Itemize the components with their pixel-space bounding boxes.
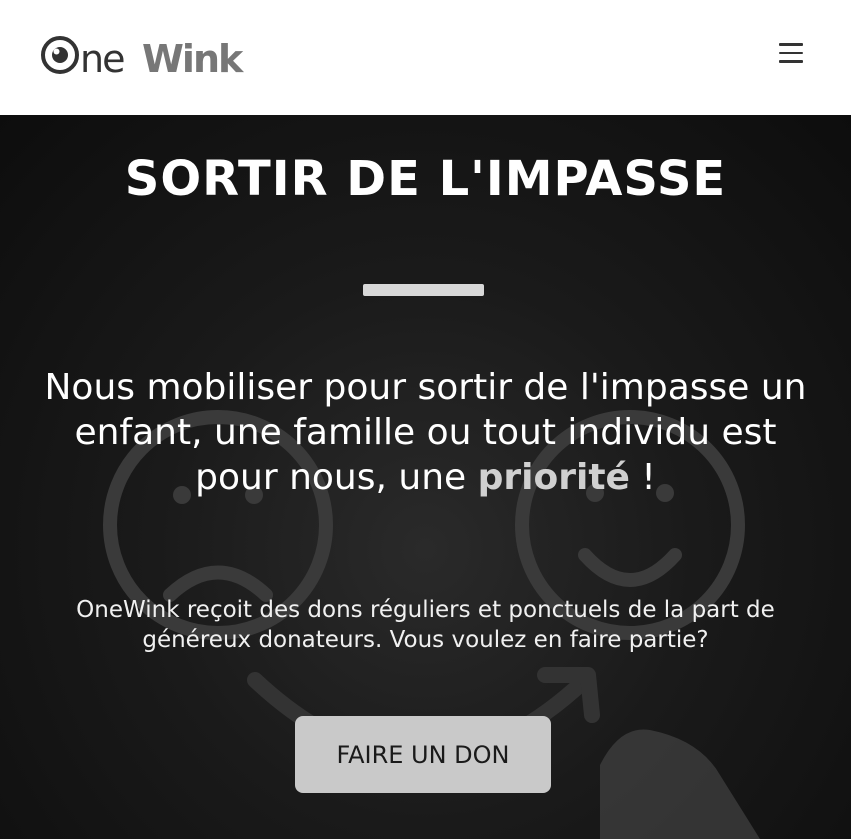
headline-end: ! (629, 457, 656, 498)
hero-section: SORTIR DE L'IMPASSE Nous mobiliser pour … (0, 115, 851, 839)
hero-title: SORTIR DE L'IMPASSE (124, 151, 727, 207)
title-divider (363, 284, 484, 296)
site-header: ne Wink (0, 0, 851, 115)
logo-text-wink: Wink (142, 37, 244, 81)
hamburger-menu-icon[interactable] (775, 40, 807, 66)
donate-button[interactable]: FAIRE UN DON (295, 716, 551, 793)
onewink-logo[interactable]: ne Wink (40, 33, 254, 81)
hero-headline: Nous mobiliser pour sortir de l'impasse … (40, 365, 811, 500)
headline-emphasis: priorité (477, 457, 630, 498)
logo-text-one: ne (80, 37, 124, 81)
hero-description: OneWink reçoit des dons réguliers et pon… (76, 597, 775, 653)
hand-chalk-icon (600, 729, 760, 839)
headline-text: Nous mobiliser pour sortir de l'impasse … (44, 367, 807, 498)
